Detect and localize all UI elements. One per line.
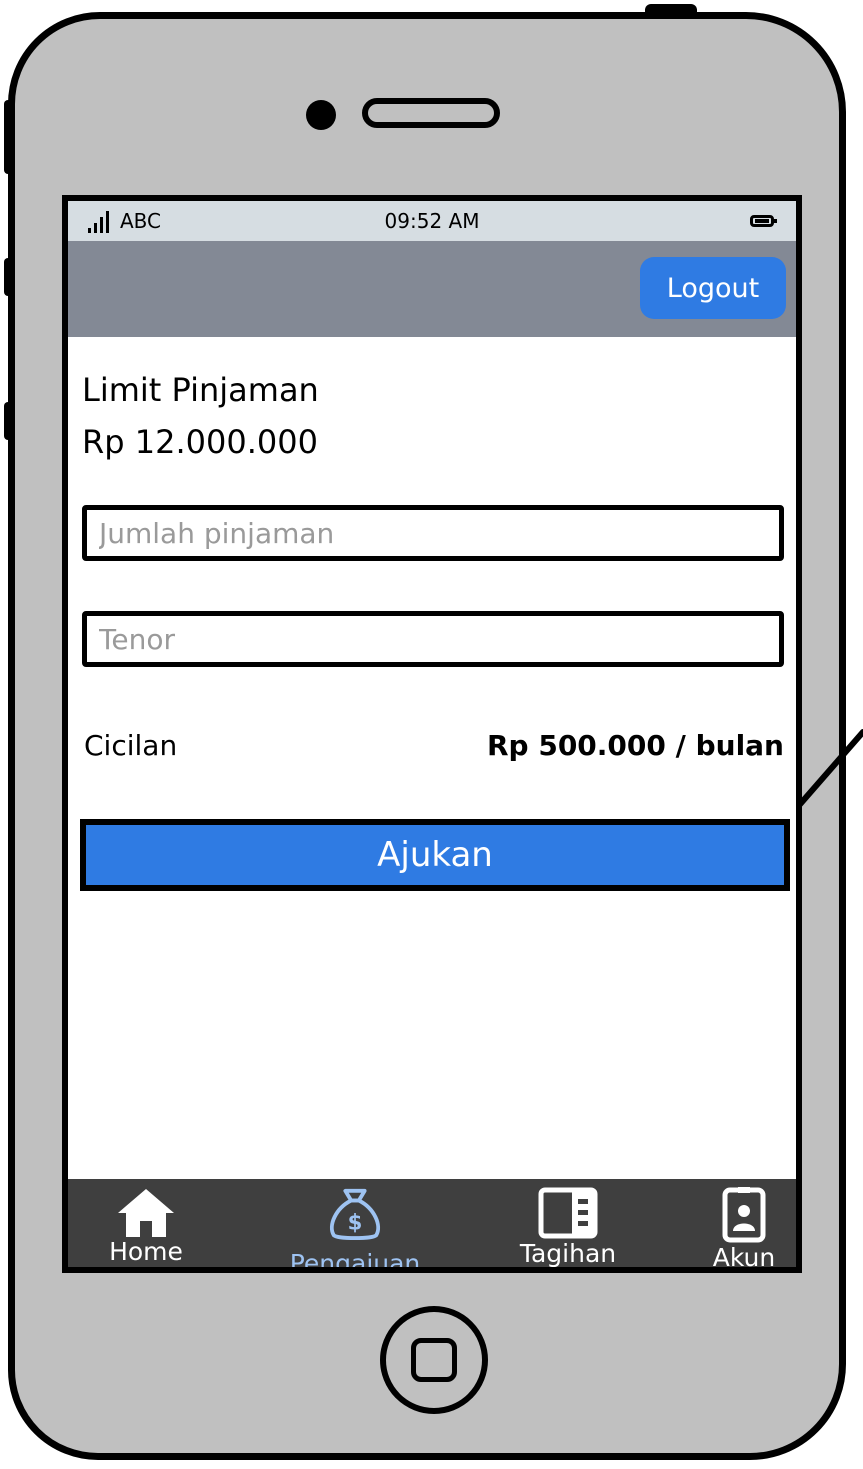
limit-value: Rp 12.000.000 xyxy=(82,423,318,461)
tenor-input[interactable] xyxy=(82,611,784,667)
nav-label-pengajuan: Pengajuan xyxy=(289,1249,421,1273)
camera-icon xyxy=(306,100,336,130)
nav-item-pengajuan[interactable]: $ Pengajuan xyxy=(264,1179,446,1273)
device-side-button-1 xyxy=(4,100,14,174)
nav-label-akun: Akun xyxy=(712,1243,776,1272)
nav-item-tagihan[interactable]: Tagihan xyxy=(498,1179,638,1268)
nav-label-home: Home xyxy=(109,1237,183,1266)
account-icon xyxy=(722,1187,766,1243)
nav-item-akun[interactable]: Akun xyxy=(694,1179,794,1272)
bottom-nav: Home $ Pengajuan Tagihan Akun xyxy=(68,1179,796,1273)
app-header: Logout xyxy=(68,241,796,337)
logout-button[interactable]: Logout xyxy=(640,257,786,319)
device-home-button[interactable] xyxy=(380,1306,488,1414)
status-bar: ABC 09:52 AM xyxy=(68,201,796,241)
money-bag-icon: $ xyxy=(329,1188,381,1241)
speaker-icon xyxy=(362,98,500,128)
nav-item-home[interactable]: Home xyxy=(78,1179,214,1267)
nav-label-tagihan: Tagihan xyxy=(519,1239,617,1268)
phone-screen: ABC 09:52 AM Logout Limit Pinjaman Rp 12… xyxy=(62,195,802,1273)
loan-amount-input[interactable] xyxy=(82,505,784,561)
home-button-square-icon xyxy=(411,1338,457,1382)
device-side-button-3 xyxy=(4,402,14,440)
status-time: 09:52 AM xyxy=(384,209,480,233)
bill-icon xyxy=(538,1187,598,1239)
installment-value: Rp 500.000 / bulan xyxy=(486,729,784,762)
installment-label: Cicilan xyxy=(84,729,178,762)
submit-button[interactable]: Ajukan xyxy=(80,819,790,891)
svg-text:$: $ xyxy=(348,1210,363,1235)
limit-label: Limit Pinjaman xyxy=(82,371,319,409)
battery-icon xyxy=(750,215,777,227)
device-side-button-2 xyxy=(4,258,14,296)
home-icon xyxy=(118,1189,174,1237)
